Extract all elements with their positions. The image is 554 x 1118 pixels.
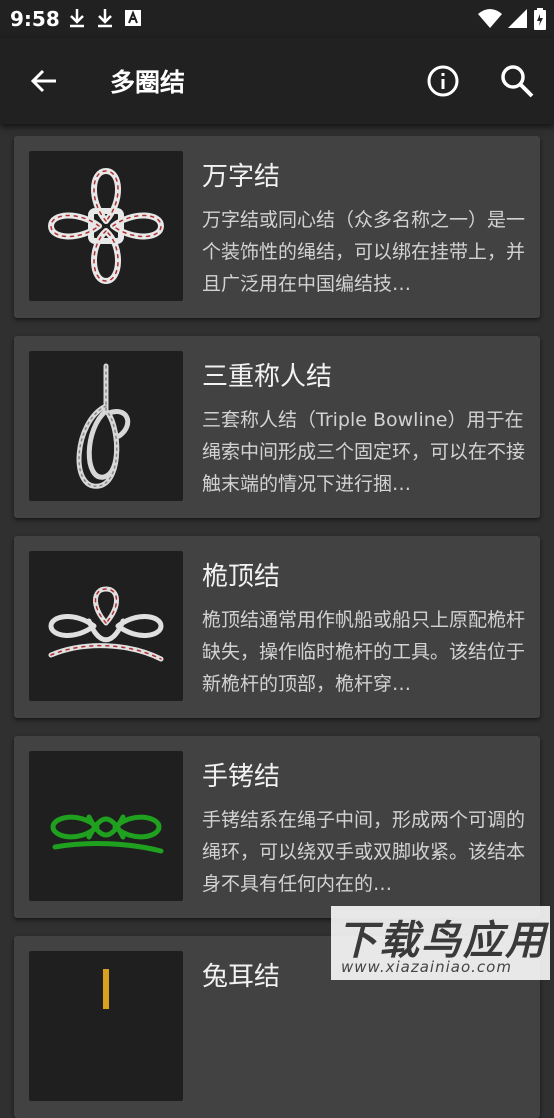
- search-icon: [501, 65, 534, 98]
- knot-thumbnail: [29, 151, 183, 301]
- knot-title: 万字结: [202, 162, 281, 192]
- knot-title: 手铐结: [202, 762, 281, 792]
- knot-description: 桅顶结通常用作帆船或船只上原配桅杆缺失，操作临时桅杆的工具。该结位于新桅杆的顶部…: [202, 609, 526, 695]
- triple-bowline-image: [76, 363, 131, 489]
- knot-card[interactable]: 三重称人结 三套称人结（Triple Bowline）用于在绳索中间形成三个固定…: [14, 336, 540, 518]
- download-icon: [98, 9, 112, 28]
- knot-description: 三套称人结（Triple Bowline）用于在绳索中间形成三个固定环，可以在不…: [202, 409, 526, 495]
- status-time: 9:58: [10, 7, 60, 31]
- search-button[interactable]: [494, 59, 540, 103]
- text-app-icon: [125, 10, 141, 26]
- knot-thumbnail: [29, 351, 183, 501]
- cross-knot-image: [47, 167, 165, 285]
- watermark: 下载鸟应用 www.xiazainiao.com: [331, 906, 550, 980]
- status-bar: 9:58: [0, 0, 554, 38]
- masthead-knot-image: [48, 586, 164, 662]
- knot-title: 三重称人结: [202, 362, 333, 392]
- watermark-url: www.xiazainiao.com: [341, 958, 512, 976]
- page-title: 多圈结: [110, 68, 186, 97]
- knot-description: 万字结或同心结（众多名称之一）是一个装饰性的绳结，可以绑在挂带上，并且广泛用在中…: [202, 209, 526, 295]
- info-button[interactable]: [420, 59, 466, 103]
- app-bar: 多圈结: [0, 38, 554, 124]
- knot-title: 兔耳结: [202, 962, 281, 992]
- handcuff-knot-image: [50, 814, 164, 854]
- knot-thumbnail: [29, 951, 183, 1101]
- knot-thumbnail: [29, 551, 183, 701]
- knot-title: 桅顶结: [202, 562, 281, 592]
- info-icon: [427, 65, 459, 97]
- download-icon: [70, 9, 84, 28]
- knot-card[interactable]: 手铐结 手铐结系在绳子中间，形成两个可调的绳环，可以绕双手或双脚收紧。该结本身不…: [14, 736, 540, 918]
- back-button[interactable]: [22, 59, 66, 103]
- signal-icon: [508, 9, 527, 28]
- knot-card[interactable]: 桅顶结 桅顶结通常用作帆船或船只上原配桅杆缺失，操作临时桅杆的工具。该结位于新桅…: [14, 536, 540, 718]
- wifi-icon: [478, 9, 502, 28]
- knot-description: 手铐结系在绳子中间，形成两个可调的绳环，可以绕双手或双脚收紧。该结本身不具有任何…: [202, 809, 526, 895]
- battery-icon: [534, 8, 546, 30]
- knot-thumbnail: [29, 751, 183, 901]
- bunny-ears-knot-image: [103, 969, 109, 1009]
- knot-card[interactable]: 万字结 万字结或同心结（众多名称之一）是一个装饰性的绳结，可以绑在挂带上，并且广…: [14, 136, 540, 318]
- arrow-back-icon: [30, 69, 56, 93]
